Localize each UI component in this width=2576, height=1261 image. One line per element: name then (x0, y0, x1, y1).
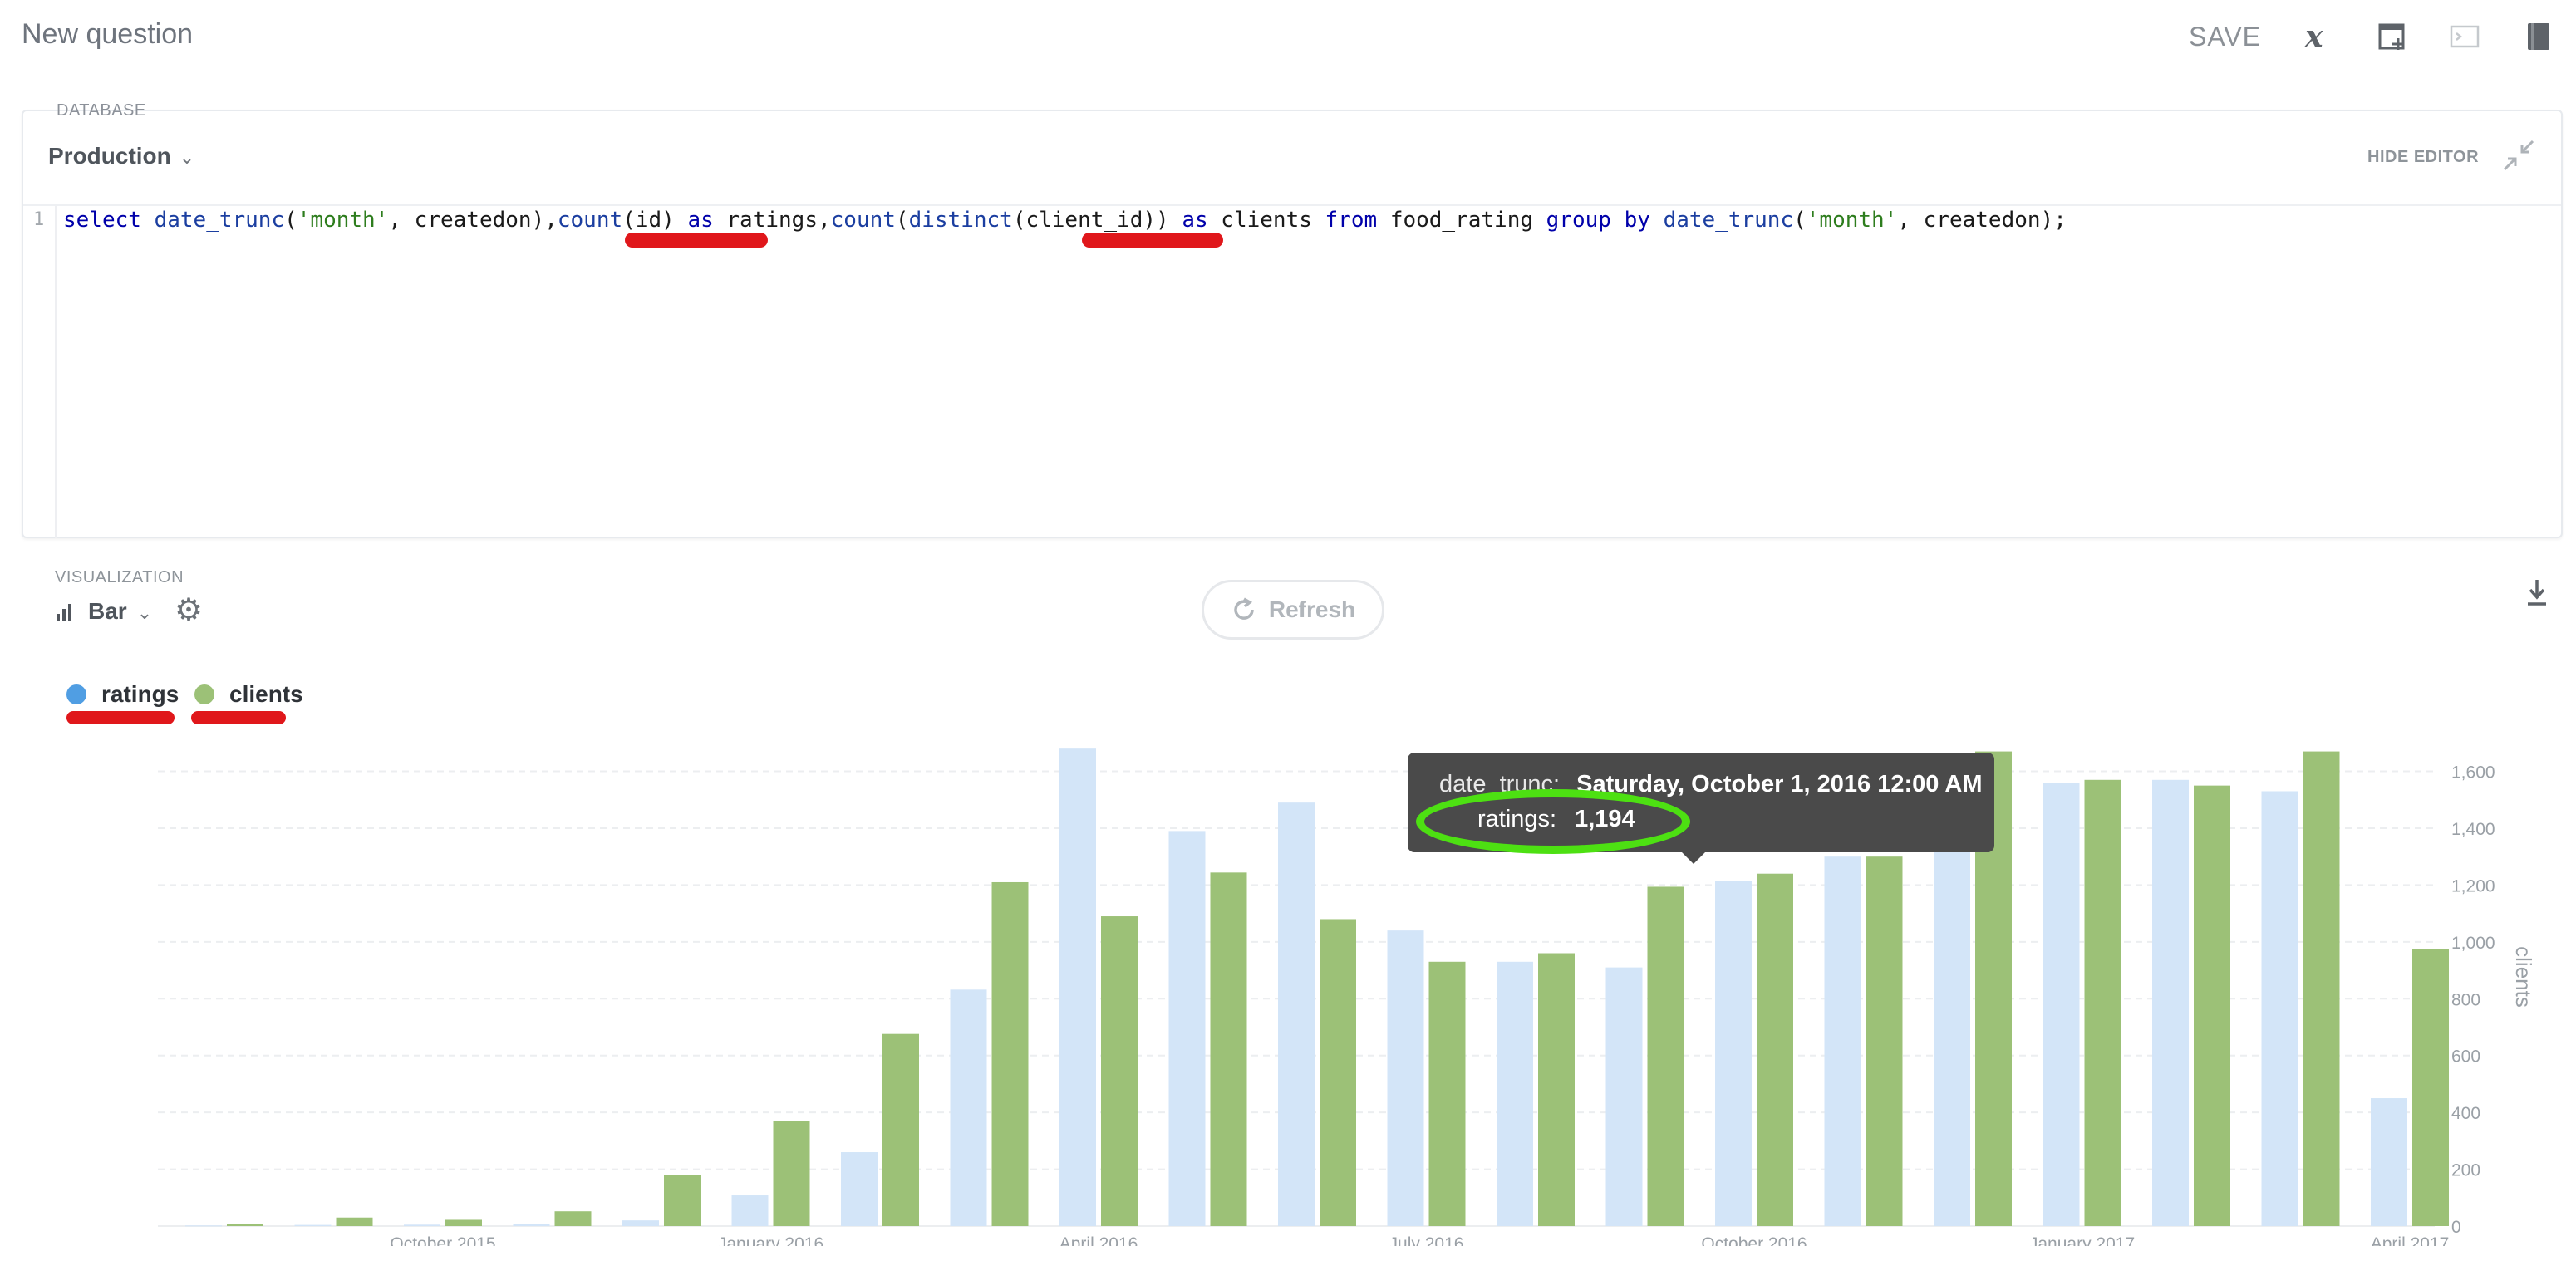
bar-ratings (1934, 842, 1970, 1226)
bar-ratings (294, 1224, 332, 1226)
bar-clients (882, 1033, 919, 1226)
reference-icon[interactable] (2518, 17, 2558, 56)
y-tick-label: 800 (2451, 990, 2480, 1009)
snippet-icon[interactable] (2445, 17, 2485, 56)
refresh-button[interactable]: Refresh (1202, 580, 1384, 640)
refresh-label: Refresh (1268, 596, 1356, 622)
bar-ratings (731, 1195, 769, 1226)
bar-ratings (622, 1220, 659, 1226)
bar-ratings (1715, 881, 1752, 1226)
bar-clients (1538, 953, 1575, 1226)
x-tick-label: April 2016 (1059, 1234, 1138, 1246)
bar-clients (227, 1224, 263, 1226)
visualization-type-value: Bar (88, 598, 127, 624)
bar-ratings (1387, 930, 1424, 1226)
add-to-dashboard-icon[interactable] (2373, 17, 2413, 56)
bar-clients (2412, 949, 2449, 1226)
bar-ratings (1824, 856, 1861, 1226)
database-label: DATABASE (57, 101, 146, 120)
chevron-down-icon: ⌄ (136, 602, 153, 623)
bar-ratings (2261, 791, 2298, 1226)
y-tick-label: 1,400 (2451, 820, 2495, 839)
bar-ratings (1059, 748, 1096, 1226)
bar-ratings (513, 1224, 550, 1226)
bar-clients (1647, 886, 1684, 1226)
x-tick-label: October 2015 (390, 1234, 495, 1246)
legend-item-clients[interactable]: clients (194, 681, 303, 708)
bar-clients (1428, 961, 1466, 1226)
line-number: 1 (33, 209, 45, 230)
variable-icon[interactable]: x (2298, 17, 2338, 56)
collapse-icon[interactable] (2500, 138, 2538, 176)
legend-label-clients: clients (229, 681, 303, 707)
x-tick-label: January 2016 (718, 1234, 823, 1246)
gear-icon[interactable]: ⚙ (175, 591, 203, 629)
bar-ratings (2152, 779, 2189, 1226)
bar-clients (773, 1121, 810, 1226)
database-select[interactable]: Production ⌄ (48, 143, 194, 169)
line-gutter: 1 (23, 206, 57, 538)
tooltip-date-value: Saturday, October 1, 2016 12:00 AM (1576, 771, 1983, 797)
x-tick-label: January 2017 (2029, 1234, 2135, 1246)
y-tick-label: 1,200 (2451, 876, 2495, 895)
y-tick-label: 400 (2451, 1104, 2480, 1123)
bar-clients (1101, 916, 1138, 1226)
visualization-type-select[interactable]: Bar ⌄ (57, 598, 152, 625)
bar-clients (1866, 856, 1903, 1226)
legend-label-ratings: ratings (101, 681, 179, 707)
legend-dot-clients (194, 684, 214, 704)
bar-ratings (2371, 1098, 2407, 1226)
bar-clients (1320, 919, 1356, 1226)
clients-alias-underline (1082, 233, 1223, 248)
bar-chart-icon (57, 603, 75, 622)
bar-clients (2303, 751, 2340, 1226)
bar-ratings (1497, 961, 1533, 1226)
y-tick-label: 1,600 (2451, 763, 2495, 783)
bar-clients (445, 1219, 482, 1226)
x-tick-label: July 2016 (1389, 1234, 1464, 1246)
y-tick-label: 0 (2451, 1218, 2461, 1237)
bar-clients (1757, 873, 1793, 1226)
bar-ratings (404, 1224, 440, 1226)
highlight-ring (1416, 789, 1690, 854)
bar-clients (991, 881, 1029, 1226)
bar-clients (2194, 785, 2230, 1226)
bar-ratings (1168, 831, 1206, 1226)
y-axis-label: clients (2511, 946, 2536, 1008)
y-tick-label: 600 (2451, 1048, 2480, 1067)
x-tick-label: October 2016 (1701, 1234, 1807, 1246)
bar-chart: 0 200 400 600 800 1,000 1,200 1,400 1,600 clients… (158, 748, 2536, 1246)
bar-ratings (1605, 967, 1643, 1226)
bar-clients (554, 1211, 592, 1226)
tooltip-arrow (1680, 851, 1707, 864)
x-tick-label: April 2017 (2371, 1234, 2450, 1246)
bar-clients (2084, 779, 2121, 1226)
sql-query-line[interactable]: select date_trunc('month', createdon),co… (63, 206, 2067, 234)
y-tick-label: 1,000 (2451, 934, 2495, 953)
chevron-down-icon: ⌄ (179, 147, 195, 168)
bar-ratings (1278, 802, 1315, 1226)
ratings-alias-underline (625, 233, 768, 248)
legend-dot-ratings (66, 684, 86, 704)
header: New question SAVE x (0, 0, 2576, 80)
visualization-label: VISUALIZATION (55, 568, 184, 586)
refresh-icon (1234, 597, 1254, 620)
svg-text:x: x (2304, 20, 2323, 53)
bar-ratings (185, 1225, 222, 1227)
y-tick-label: 200 (2451, 1161, 2480, 1180)
bar-clients (336, 1217, 373, 1226)
database-value: Production (48, 143, 171, 169)
bar-ratings (841, 1152, 878, 1226)
hide-editor-button[interactable]: HIDE EDITOR (2367, 148, 2479, 167)
bar-ratings (2043, 783, 2080, 1226)
download-icon[interactable] (2526, 578, 2548, 614)
page-title: New question (22, 18, 194, 50)
legend-item-ratings[interactable]: ratings (66, 681, 179, 708)
bar-clients (664, 1175, 701, 1226)
save-button[interactable]: SAVE (2189, 22, 2261, 52)
bar-ratings (950, 989, 987, 1226)
code-area[interactable]: 1 select date_trunc('month', createdon),… (23, 204, 2561, 538)
bar-clients (1210, 872, 1247, 1226)
